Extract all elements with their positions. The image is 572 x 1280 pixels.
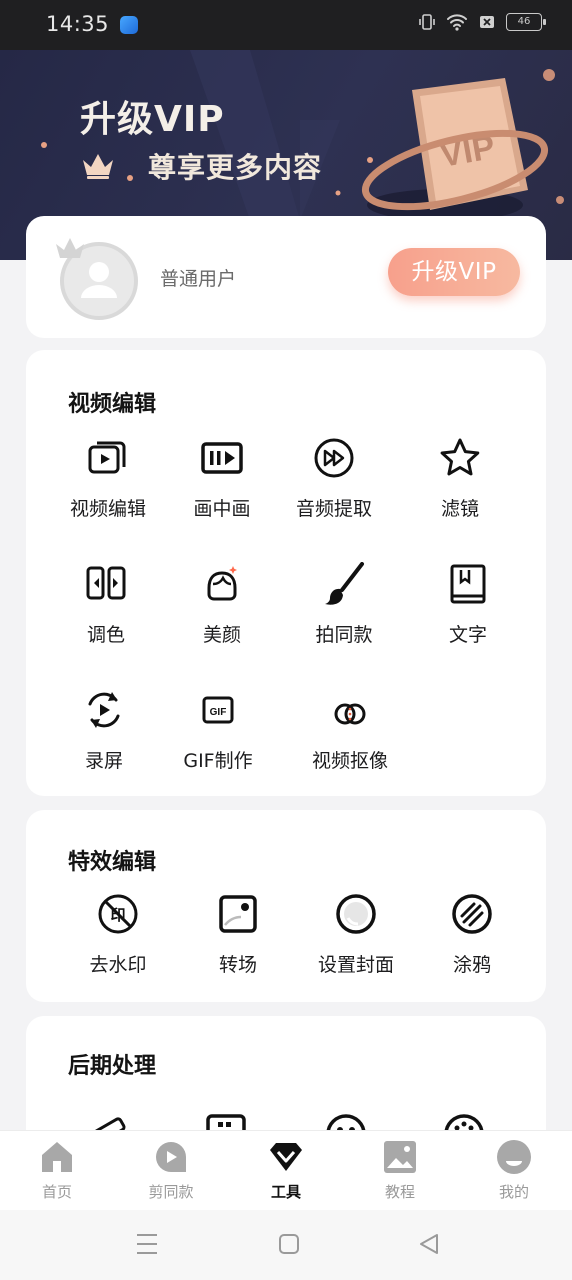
tab-profile[interactable]: 我的 <box>464 1139 564 1202</box>
banner-title: 升级VIP <box>80 99 225 140</box>
tool-filter[interactable]: 滤镜 <box>400 436 520 521</box>
gif-icon: GIF <box>202 696 234 724</box>
tool-transition[interactable]: 转场 <box>178 892 298 977</box>
tab-tutorial[interactable]: 教程 <box>350 1139 450 1202</box>
profile-icon <box>497 1140 531 1174</box>
tool-label: 文字 <box>448 624 487 646</box>
home-square-icon[interactable] <box>278 1232 300 1256</box>
battery-indicator: 46 <box>506 13 546 31</box>
tool-label: 画中画 <box>193 498 251 520</box>
tool-doodle[interactable]: 涂鸦 <box>412 892 532 977</box>
section-title-post-process: 后期处理 <box>68 1054 157 1079</box>
wifi-icon <box>447 14 467 31</box>
user-placeholder-icon <box>81 262 117 298</box>
bottom-tab-bar: 首页 剪同款 工具 教程 我的 <box>0 1130 572 1211</box>
tool-audio-extract[interactable]: 音频提取 <box>274 436 394 521</box>
tool-label: 设置封面 <box>317 954 394 976</box>
menu-icon[interactable] <box>136 1232 158 1256</box>
cover-circle-icon <box>336 894 376 934</box>
video-edit-section: 视频编辑 视频编辑 画中画 音频提取 滤镜 调色 美颜 拍同款 文字 录屏 GI… <box>26 350 546 796</box>
image-icon <box>384 1141 416 1173</box>
remove-watermark-icon: 印 <box>98 894 138 934</box>
split-compare-icon <box>86 566 126 600</box>
status-bar: 14:35 46 <box>0 0 572 50</box>
tab-tools[interactable]: 工具 <box>236 1139 336 1202</box>
tool-color-adjust[interactable]: 调色 <box>46 562 166 647</box>
tab-home[interactable]: 首页 <box>7 1139 107 1202</box>
tab-label: 首页 <box>41 1183 72 1201</box>
tool-label: 涂鸦 <box>452 954 491 976</box>
home-icon <box>42 1142 72 1172</box>
tool-label: 视频抠像 <box>311 750 388 772</box>
tab-label: 剪同款 <box>148 1183 194 1201</box>
section-title-effects-edit: 特效编辑 <box>68 850 157 875</box>
tool-gif-maker[interactable]: GIF GIF制作 <box>158 688 278 773</box>
tool-same-style[interactable]: 拍同款 <box>284 562 404 647</box>
system-nav-bar <box>0 1210 572 1280</box>
star-icon <box>440 438 480 476</box>
tab-label: 教程 <box>384 1183 415 1201</box>
tool-beauty[interactable]: 美颜 <box>162 562 282 647</box>
tool-video-edit[interactable]: 视频编辑 <box>48 436 168 521</box>
tool-label: 视频编辑 <box>69 498 146 520</box>
video-bubble-icon <box>156 1142 186 1172</box>
vibrate-icon <box>419 14 435 30</box>
tool-label: 去水印 <box>89 954 147 976</box>
doodle-ball-icon <box>452 894 492 934</box>
status-indicators: 46 <box>418 13 546 31</box>
fast-forward-circle-icon <box>314 438 354 478</box>
user-name: 普通用户 <box>160 268 237 290</box>
transition-icon <box>219 895 257 933</box>
tool-label: 滤镜 <box>440 498 479 520</box>
banner-subtitle: 尊享更多内容 <box>148 151 323 184</box>
tool-text[interactable]: 文字 <box>408 562 528 647</box>
tool-label: 调色 <box>86 624 125 646</box>
tab-same-style[interactable]: 剪同款 <box>121 1139 221 1202</box>
tab-label: 工具 <box>270 1183 301 1201</box>
paintbrush-icon <box>325 562 364 605</box>
tool-set-cover[interactable]: 设置封面 <box>296 892 416 977</box>
overlap-circles-icon <box>334 703 366 725</box>
tool-video-matting[interactable]: 视频抠像 <box>290 688 410 773</box>
tool-label: 转场 <box>218 954 257 976</box>
record-cycle-icon <box>88 692 120 728</box>
app-notification-icon <box>120 16 138 34</box>
diamond-icon <box>270 1143 302 1171</box>
tab-label: 我的 <box>498 1183 529 1201</box>
beauty-face-icon <box>207 566 237 601</box>
upgrade-vip-button[interactable]: 升级VIP <box>388 248 520 296</box>
back-icon[interactable] <box>418 1232 440 1256</box>
tool-label: 音频提取 <box>295 498 372 520</box>
tool-label: 拍同款 <box>315 624 373 646</box>
tool-label: 美颜 <box>202 624 241 646</box>
section-title-video-edit: 视频编辑 <box>68 392 157 417</box>
status-time: 14:35 <box>46 12 110 36</box>
text-book-icon <box>450 564 486 604</box>
svg-text:印: 印 <box>110 906 125 924</box>
video-stack-icon <box>88 441 126 474</box>
tool-picture-in-picture[interactable]: 画中画 <box>162 436 282 521</box>
picture-in-picture-icon <box>201 442 243 474</box>
crown-icon <box>83 154 113 179</box>
no-sim-icon <box>480 16 494 28</box>
tool-remove-watermark[interactable]: 印 去水印 <box>58 892 178 977</box>
tool-label: 录屏 <box>84 750 123 772</box>
svg-text:GIF: GIF <box>210 707 227 718</box>
tool-screen-record[interactable]: 录屏 <box>44 688 164 773</box>
tool-label: GIF制作 <box>183 750 253 772</box>
avatar[interactable] <box>56 238 138 320</box>
effects-edit-section: 特效编辑 印 去水印 转场 设置封面 涂鸦 <box>26 810 546 1002</box>
user-card: 普通用户 升级VIP <box>26 216 546 338</box>
